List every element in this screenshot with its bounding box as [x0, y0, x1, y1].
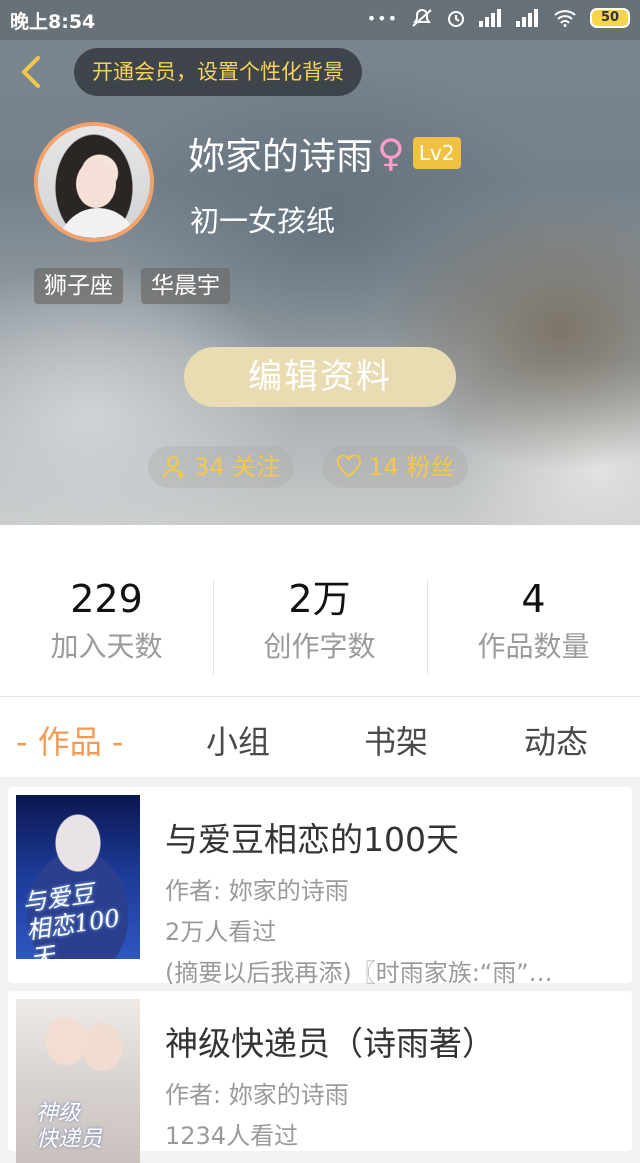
profile-header: 晚上8:54 ••• 50 开通会员，设置个性化背景 妳家的诗雨 ♀ Lv2 初… [0, 0, 640, 525]
signal-icon [479, 9, 501, 27]
stat-label: 创作字数 [263, 630, 376, 663]
work-title: 与爱豆相恋的100天 [165, 820, 459, 859]
stat-label: 作品数量 [477, 630, 590, 663]
stat-label: 加入天数 [50, 630, 163, 663]
signal-icon-2 [516, 9, 538, 27]
level-badge: Lv2 [412, 137, 461, 169]
tab-groups[interactable]: 小组 [206, 717, 270, 763]
stat-word-count: 2万 创作字数 [213, 577, 426, 665]
stat-join-days: 229 加入天数 [0, 577, 213, 665]
signature: 初一女孩纸 [190, 204, 336, 238]
work-card[interactable]: 神级 快递员 神级快递员（诗雨著） 作者: 妳家的诗雨 1234人看过 [8, 991, 632, 1163]
followers-count: 14 粉丝 [368, 453, 455, 481]
stat-value: 2万 [288, 577, 351, 621]
following-count: 34 关注 [194, 453, 281, 481]
more-dots-icon: ••• [366, 8, 398, 28]
status-bar: 晚上8:54 ••• 50 [0, 0, 640, 40]
following-button[interactable]: 34 关注 [148, 446, 295, 488]
work-summary: (摘要以后我再添)〖时雨家族:“雨”… [165, 959, 553, 987]
work-views: 2万人看过 [165, 918, 277, 946]
work-views: 1234人看过 [165, 1122, 299, 1150]
status-icons: ••• 50 [367, 8, 630, 28]
battery-icon: 50 [590, 8, 630, 28]
alarm-icon [448, 11, 464, 27]
tag: 狮子座 [34, 268, 123, 304]
stat-value: 4 [521, 577, 546, 621]
wifi-icon [554, 10, 576, 27]
mute-icon [412, 9, 432, 27]
edit-profile-button[interactable]: 编辑资料 [184, 347, 456, 407]
user-add-icon [163, 456, 185, 479]
cover-title: 与爱豆 相恋100天 [20, 879, 122, 959]
work-author: 作者: 妳家的诗雨 [165, 1081, 349, 1109]
stats-panel: 229 加入天数 2万 创作字数 4 作品数量 [0, 525, 640, 697]
cover-title: 神级 快递员 [36, 1101, 103, 1152]
works-list: 与爱豆 相恋100天 与爱豆相恋的100天 作者: 妳家的诗雨 2万人看过 (摘… [0, 777, 640, 1163]
avatar[interactable] [34, 122, 154, 242]
chevron-left-icon [22, 56, 40, 88]
followers-button[interactable]: 14 粉丝 [322, 446, 469, 488]
stat-work-count: 4 作品数量 [427, 577, 640, 665]
heart-icon [337, 455, 362, 478]
work-card[interactable]: 与爱豆 相恋100天 与爱豆相恋的100天 作者: 妳家的诗雨 2万人看过 (摘… [8, 787, 632, 987]
nickname: 妳家的诗雨 [188, 135, 373, 178]
profile-tabs: - 作品 - 小组 书架 动态 [0, 697, 640, 777]
tag: 华晨宇 [141, 268, 230, 304]
female-icon: ♀ [377, 131, 405, 175]
stat-value: 229 [70, 577, 143, 621]
back-button[interactable] [10, 50, 54, 94]
book-cover: 神级 快递员 [16, 999, 140, 1163]
tab-works[interactable]: - 作品 - [16, 717, 123, 763]
follow-row: 34 关注 14 粉丝 [148, 446, 469, 488]
vip-background-button[interactable]: 开通会员，设置个性化背景 [74, 48, 362, 96]
nickname-row: 妳家的诗雨 ♀ Lv2 [188, 126, 461, 180]
work-author: 作者: 妳家的诗雨 [165, 877, 349, 905]
tab-bookshelf[interactable]: 书架 [364, 717, 428, 763]
work-title: 神级快递员（诗雨著） [165, 1024, 495, 1063]
book-cover: 与爱豆 相恋100天 [16, 795, 140, 959]
status-time: 晚上8:54 [10, 11, 96, 33]
tab-activity[interactable]: 动态 [524, 717, 588, 763]
tag-list: 狮子座 华晨宇 [34, 268, 230, 304]
